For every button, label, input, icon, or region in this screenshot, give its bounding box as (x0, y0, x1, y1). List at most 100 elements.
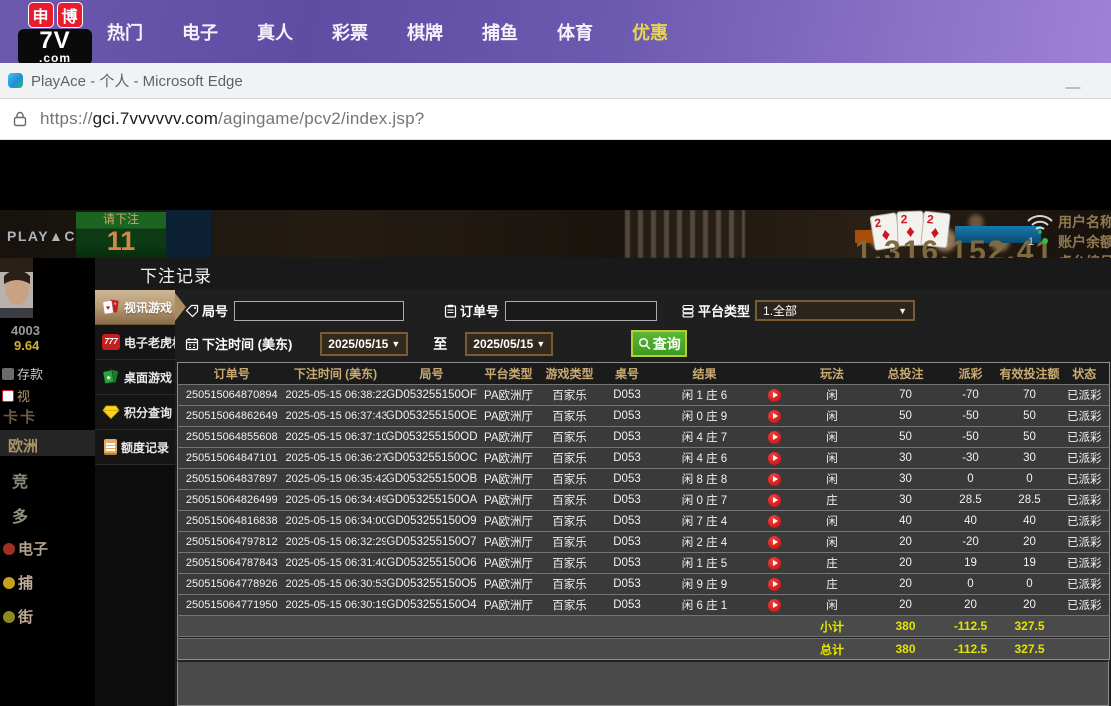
modal-content: 局号 订单号 平台类型 1.全部 ▼ (175, 290, 1111, 706)
cell-valid-bet: 19 (1000, 553, 1060, 574)
round-number-input[interactable] (234, 301, 404, 321)
jie-menu-item[interactable]: 街 (3, 606, 33, 627)
dianzi-menu-item[interactable]: 电子 (3, 538, 48, 559)
nav-item-cards[interactable]: 棋牌 (400, 19, 450, 45)
cell-total-bet: 30 (870, 490, 942, 511)
platform-type-select[interactable]: 1.全部 ▼ (755, 300, 915, 321)
cell-table: D053 (600, 385, 655, 406)
replay-play-button[interactable] (768, 473, 781, 486)
duo-menu-item[interactable]: 多 (12, 503, 28, 527)
table-header-row: 订单号 下注时间 (美东) 局号 平台类型 游戏类型 桌号 结果 玩法 总投注 (178, 363, 1110, 385)
replay-play-button[interactable] (768, 536, 781, 549)
cell-game: 百家乐 (540, 532, 600, 553)
table-footer-area (177, 660, 1109, 706)
cell-platform: PA欧洲厅 (478, 532, 540, 553)
cell-replay (755, 385, 795, 406)
cell-status: 已派彩 (1060, 553, 1110, 574)
cell-payout: -50 (942, 406, 1000, 427)
cell-game: 百家乐 (540, 427, 600, 448)
nav-item-slots[interactable]: 电子 (175, 19, 225, 45)
nav-item-fishing[interactable]: 捕鱼 (475, 19, 525, 45)
cell-round: GD053255150O6 (386, 553, 478, 574)
platform-type-value: 1.全部 (763, 302, 797, 319)
nav-item-promo[interactable]: 优惠 (625, 19, 675, 45)
modal-title: 下注记录 (140, 262, 212, 287)
table-row: 250515064870894 2025-05-15 06:38:22 GD05… (178, 385, 1110, 406)
cell-time: 2025-05-15 06:34:00 (286, 511, 386, 532)
wifi-icon (1025, 212, 1055, 234)
minimize-button[interactable]: — (1060, 83, 1086, 93)
col-side: 玩法 (795, 363, 870, 385)
cell-platform: PA欧洲厅 (478, 490, 540, 511)
date-to-picker[interactable]: 2025/05/15 ▼ (465, 332, 553, 356)
cell-game: 百家乐 (540, 553, 600, 574)
cell-result: 闲 2 庄 4 (655, 532, 755, 553)
jing-menu-item[interactable]: 竞 (12, 468, 28, 492)
order-number-label: 订单号 (444, 301, 499, 320)
background-odds-number: 9.64 (14, 338, 39, 353)
cell-replay (755, 532, 795, 553)
sidebar-item-video-games[interactable]: ♥9 视讯游戏 (95, 290, 175, 325)
modal-sidebar: ♥9 视讯游戏 777 电子老虎机 ♣ 桌面游戏 (95, 290, 175, 706)
cell-round: GD053255150OC (386, 448, 478, 469)
cell-side: 庄 (795, 574, 870, 595)
date-from-picker[interactable]: 2025/05/15 ▼ (320, 332, 408, 356)
kaka-menu-item[interactable]: 卡卡 (3, 406, 37, 427)
replay-play-button[interactable] (768, 494, 781, 507)
logo-brand: 7V (21, 29, 89, 53)
cell-game: 百家乐 (540, 490, 600, 511)
nav-item-live[interactable]: 真人 (250, 19, 300, 45)
replay-play-button[interactable] (768, 410, 781, 423)
sidebar-item-quota-records[interactable]: 额度记录 (95, 430, 175, 465)
url-text[interactable]: https://gci.7vvvvvv.com/agingame/pcv2/in… (40, 109, 424, 129)
bu-menu-item[interactable]: 捕 (3, 572, 33, 593)
cell-replay (755, 574, 795, 595)
cell-game: 百家乐 (540, 595, 600, 616)
deposit-menu-item[interactable]: 存款 (2, 364, 43, 383)
cell-replay (755, 427, 795, 448)
order-number-input[interactable] (505, 301, 657, 321)
browser-urlbar[interactable]: https://gci.7vvvvvv.com/agingame/pcv2/in… (0, 99, 1111, 140)
search-button[interactable]: 查询 (631, 330, 687, 357)
replay-play-button[interactable] (768, 578, 781, 591)
window-title: PlayAce - 个人 - Microsoft Edge (31, 70, 243, 91)
cell-side: 闲 (795, 469, 870, 490)
sidebar-item-points-query[interactable]: 积分查询 (95, 395, 175, 430)
replay-play-button[interactable] (768, 431, 781, 444)
sidebar-item-slot-machine[interactable]: 777 电子老虎机 (95, 325, 175, 360)
browser-titlebar: PlayAce - 个人 - Microsoft Edge — (0, 63, 1111, 99)
cell-payout: 19 (942, 553, 1000, 574)
gem-icon (102, 404, 120, 420)
cell-total-bet: 20 (870, 574, 942, 595)
cell-payout: 28.5 (942, 490, 1000, 511)
nav-item-sports[interactable]: 体育 (550, 19, 600, 45)
cell-order: 250515064797812 (178, 532, 286, 553)
replay-play-button[interactable] (768, 599, 781, 612)
subtotal-valid: 327.5 (1000, 616, 1060, 637)
replay-play-button[interactable] (768, 389, 781, 402)
nav-item-hot[interactable]: 热门 (100, 19, 150, 45)
europe-menu-item[interactable]: 欧洲 (8, 435, 38, 456)
replay-play-button[interactable] (768, 452, 781, 465)
cell-valid-bet: 70 (1000, 385, 1060, 406)
background-wedge (166, 210, 211, 258)
search-icon (638, 337, 651, 350)
cell-time: 2025-05-15 06:30:19 (286, 595, 386, 616)
video-menu-item[interactable]: 视 (2, 386, 30, 405)
nav-item-lottery[interactable]: 彩票 (325, 19, 375, 45)
cards-icon: ♥9 (102, 299, 120, 315)
replay-play-button[interactable] (768, 557, 781, 570)
platform-type-label: 平台类型 (681, 301, 750, 320)
site-logo[interactable]: 申 博 7V .com (18, 2, 92, 62)
lock-icon[interactable] (10, 109, 30, 129)
cell-platform: PA欧洲厅 (478, 385, 540, 406)
cell-round: GD053255150O9 (386, 511, 478, 532)
cell-total-bet: 50 (870, 427, 942, 448)
replay-play-button[interactable] (768, 515, 781, 528)
green-cards-icon: ♣ (102, 369, 120, 385)
cell-platform: PA欧洲厅 (478, 595, 540, 616)
sidebar-item-table-games[interactable]: ♣ 桌面游戏 (95, 360, 175, 395)
cell-payout: 20 (942, 595, 1000, 616)
cell-table: D053 (600, 553, 655, 574)
cell-game: 百家乐 (540, 574, 600, 595)
